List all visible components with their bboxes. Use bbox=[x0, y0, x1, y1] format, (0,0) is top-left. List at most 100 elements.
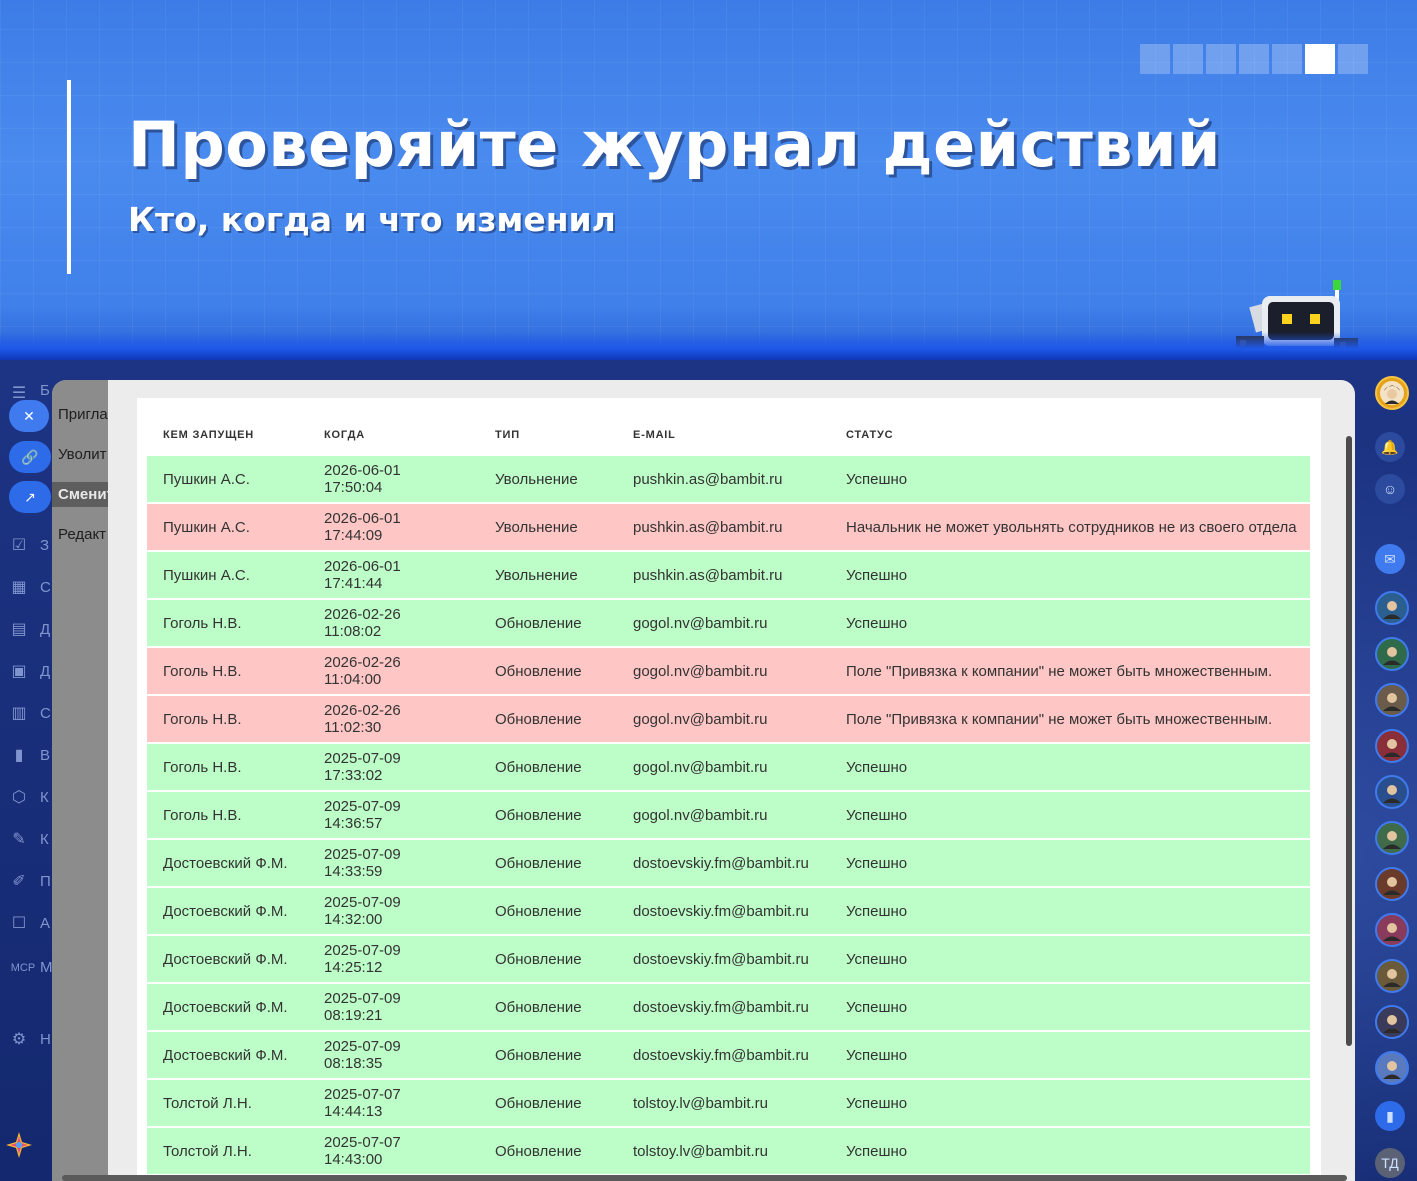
menu-item-edit[interactable]: Редакт bbox=[58, 526, 106, 543]
header-when[interactable]: КОГДА bbox=[308, 420, 479, 456]
table-row[interactable]: Гоголь Н.В. 2025-07-09 14:36:57 Обновление g… bbox=[147, 791, 1310, 840]
cell-when: 2025-07-09 14:32:00 bbox=[308, 887, 479, 936]
cell-launched-by: Толстой Л.Н. bbox=[147, 1079, 308, 1128]
promo-banner: Проверяйте журнал действий Кто, когда и … bbox=[0, 0, 1417, 360]
horizontal-scrollbar[interactable] bbox=[62, 1175, 1347, 1181]
contact-avatar[interactable] bbox=[1375, 867, 1409, 901]
sparkle-logo-icon[interactable] bbox=[4, 1130, 34, 1160]
cell-date: 2026-02-26 bbox=[324, 702, 401, 719]
accent-bar bbox=[67, 80, 71, 274]
bell-icon[interactable]: 🔔 bbox=[1375, 432, 1405, 462]
cell-launched-by: Пушкин А.С. bbox=[147, 453, 308, 504]
cell-when: 2025-07-09 08:19:21 bbox=[308, 983, 479, 1032]
table-row[interactable]: Пушкин А.С. 2026-06-01 17:44:09 Увольнение p… bbox=[147, 503, 1310, 552]
building-icon[interactable]: ▦ bbox=[9, 578, 29, 598]
cell-date: 2026-02-26 bbox=[324, 606, 401, 623]
table-row[interactable]: Достоевский Ф.М. 2025-07-09 08:18:35 Обновл… bbox=[147, 1031, 1310, 1080]
cell-type: Обновление bbox=[479, 791, 617, 840]
presentation-icon[interactable]: ▣ bbox=[9, 662, 29, 682]
contact-avatar[interactable] bbox=[1375, 959, 1409, 993]
header-status[interactable]: СТАТУС bbox=[830, 420, 1310, 456]
edit-document-icon[interactable]: ✎ bbox=[9, 830, 29, 850]
cell-status: Успешно bbox=[830, 453, 1310, 504]
table-row[interactable]: Пушкин А.С. 2026-06-01 17:41:44 Увольнение p… bbox=[147, 551, 1310, 600]
cell-time: 08:19:21 bbox=[324, 1007, 383, 1024]
contact-avatar[interactable] bbox=[1375, 1051, 1409, 1085]
pager-dot[interactable] bbox=[1305, 44, 1335, 74]
pager-dot[interactable] bbox=[1338, 44, 1368, 74]
cell-launched-by: Достоевский Ф.М. bbox=[147, 1031, 308, 1080]
rail-letter: Д bbox=[40, 663, 51, 680]
mcp-label[interactable]: MCP bbox=[9, 958, 37, 978]
contact-avatar[interactable] bbox=[1375, 637, 1409, 671]
rail-letter: В bbox=[40, 747, 51, 764]
document-icon[interactable]: ▤ bbox=[9, 620, 29, 640]
table-row[interactable]: Толстой Л.Н. 2025-07-07 14:43:00 Обновление… bbox=[147, 1127, 1310, 1176]
cell-type: Обновление bbox=[479, 647, 617, 696]
contact-avatar[interactable] bbox=[1375, 1005, 1409, 1039]
external-link-icon[interactable]: ↗ bbox=[9, 481, 51, 513]
checkbox-icon[interactable]: ☑ bbox=[9, 536, 29, 556]
cell-email: tolstoy.lv@bambit.ru bbox=[617, 1127, 830, 1176]
link-icon[interactable]: 🔗 bbox=[9, 441, 51, 473]
table-row[interactable]: Достоевский Ф.М. 2025-07-09 14:25:12 Обновл… bbox=[147, 935, 1310, 984]
rail-letter: Д bbox=[40, 621, 51, 638]
table-row[interactable]: Пушкин А.С. 2026-06-01 17:50:04 Увольнение p… bbox=[147, 453, 1310, 504]
action-log-table: КЕМ ЗАПУЩЕН КОГДА ТИП E-MAIL СТАТУС Пушк… bbox=[147, 420, 1310, 1176]
table-row[interactable]: Гоголь Н.В. 2026-02-26 11:08:02 Обновление g… bbox=[147, 599, 1310, 648]
current-user-avatar[interactable] bbox=[1375, 376, 1409, 410]
header-type[interactable]: ТИП bbox=[479, 420, 617, 456]
header-email[interactable]: E-MAIL bbox=[617, 420, 830, 456]
cell-type: Обновление bbox=[479, 743, 617, 792]
table-row[interactable]: Гоголь Н.В. 2026-02-26 11:02:30 Обновление g… bbox=[147, 695, 1310, 744]
table-row[interactable]: Гоголь Н.В. 2026-02-26 11:04:00 Обновление g… bbox=[147, 647, 1310, 696]
cell-date: 2026-06-01 bbox=[324, 558, 401, 575]
cell-date: 2025-07-09 bbox=[324, 750, 401, 767]
close-icon[interactable]: ✕ bbox=[9, 400, 49, 432]
cell-email: pushkin.as@bambit.ru bbox=[617, 453, 830, 504]
cell-email: tolstoy.lv@bambit.ru bbox=[617, 1079, 830, 1128]
menu-item-dismiss[interactable]: Уволит bbox=[58, 446, 107, 463]
cell-status: Поле "Привязка к компании" не может быть… bbox=[830, 695, 1310, 744]
contact-avatar[interactable] bbox=[1375, 729, 1409, 763]
table-row[interactable]: Достоевский Ф.М. 2025-07-09 14:33:59 Обновл… bbox=[147, 839, 1310, 888]
contact-avatar[interactable] bbox=[1375, 913, 1409, 947]
contact-avatar[interactable] bbox=[1375, 683, 1409, 717]
table-row[interactable]: Достоевский Ф.М. 2025-07-09 14:32:00 Обновл… bbox=[147, 887, 1310, 936]
right-rail: 🔔 ☺ ✉ ▮ ТД bbox=[1362, 360, 1417, 1181]
banner-bottom-glow bbox=[0, 332, 1417, 360]
cell-when: 2025-07-09 17:33:02 bbox=[308, 743, 479, 792]
table-row[interactable]: Толстой Л.Н. 2025-07-07 14:44:13 Обновление… bbox=[147, 1079, 1310, 1128]
header-launched-by[interactable]: КЕМ ЗАПУЩЕН bbox=[147, 420, 308, 456]
pencil-icon[interactable]: ✐ bbox=[9, 872, 29, 892]
cell-launched-by: Гоголь Н.В. bbox=[147, 599, 308, 648]
calendar-icon[interactable]: ▥ bbox=[9, 704, 29, 724]
cell-time: 14:43:00 bbox=[324, 1151, 383, 1168]
cell-status: Успешно bbox=[830, 551, 1310, 600]
robot-icon[interactable]: ☐ bbox=[9, 914, 29, 934]
vertical-scrollbar[interactable] bbox=[1346, 436, 1352, 1046]
messages-icon[interactable]: ✉ bbox=[1375, 544, 1405, 574]
chat-icon[interactable]: ☺ bbox=[1375, 474, 1405, 504]
contact-avatar[interactable] bbox=[1375, 775, 1409, 809]
bookmark-icon[interactable]: ▮ bbox=[1375, 1101, 1405, 1131]
pager-dot[interactable] bbox=[1239, 44, 1269, 74]
menu-item-invite[interactable]: Пригла bbox=[58, 406, 108, 423]
table-row[interactable]: Достоевский Ф.М. 2025-07-09 08:19:21 Обновл… bbox=[147, 983, 1310, 1032]
pager-dot[interactable] bbox=[1272, 44, 1302, 74]
cell-launched-by: Достоевский Ф.М. bbox=[147, 887, 308, 936]
user-initials-avatar[interactable]: ТД bbox=[1375, 1148, 1405, 1178]
cell-status: Успешно bbox=[830, 791, 1310, 840]
contact-avatar[interactable] bbox=[1375, 591, 1409, 625]
contact-avatar[interactable] bbox=[1375, 821, 1409, 855]
pager-dot[interactable] bbox=[1206, 44, 1236, 74]
table-row[interactable]: Гоголь Н.В. 2025-07-09 17:33:02 Обновление g… bbox=[147, 743, 1310, 792]
cell-email: dostoevskiy.fm@bambit.ru bbox=[617, 839, 830, 888]
gear-icon[interactable]: ⚙ bbox=[9, 1030, 29, 1050]
cell-time: 17:50:04 bbox=[324, 479, 383, 496]
hexagon-icon[interactable]: ⬡ bbox=[9, 788, 29, 808]
pager-dot[interactable] bbox=[1173, 44, 1203, 74]
rail-letter: З bbox=[40, 537, 50, 554]
bar-chart-icon[interactable]: ▮ bbox=[9, 746, 29, 766]
pager-dot[interactable] bbox=[1140, 44, 1170, 74]
